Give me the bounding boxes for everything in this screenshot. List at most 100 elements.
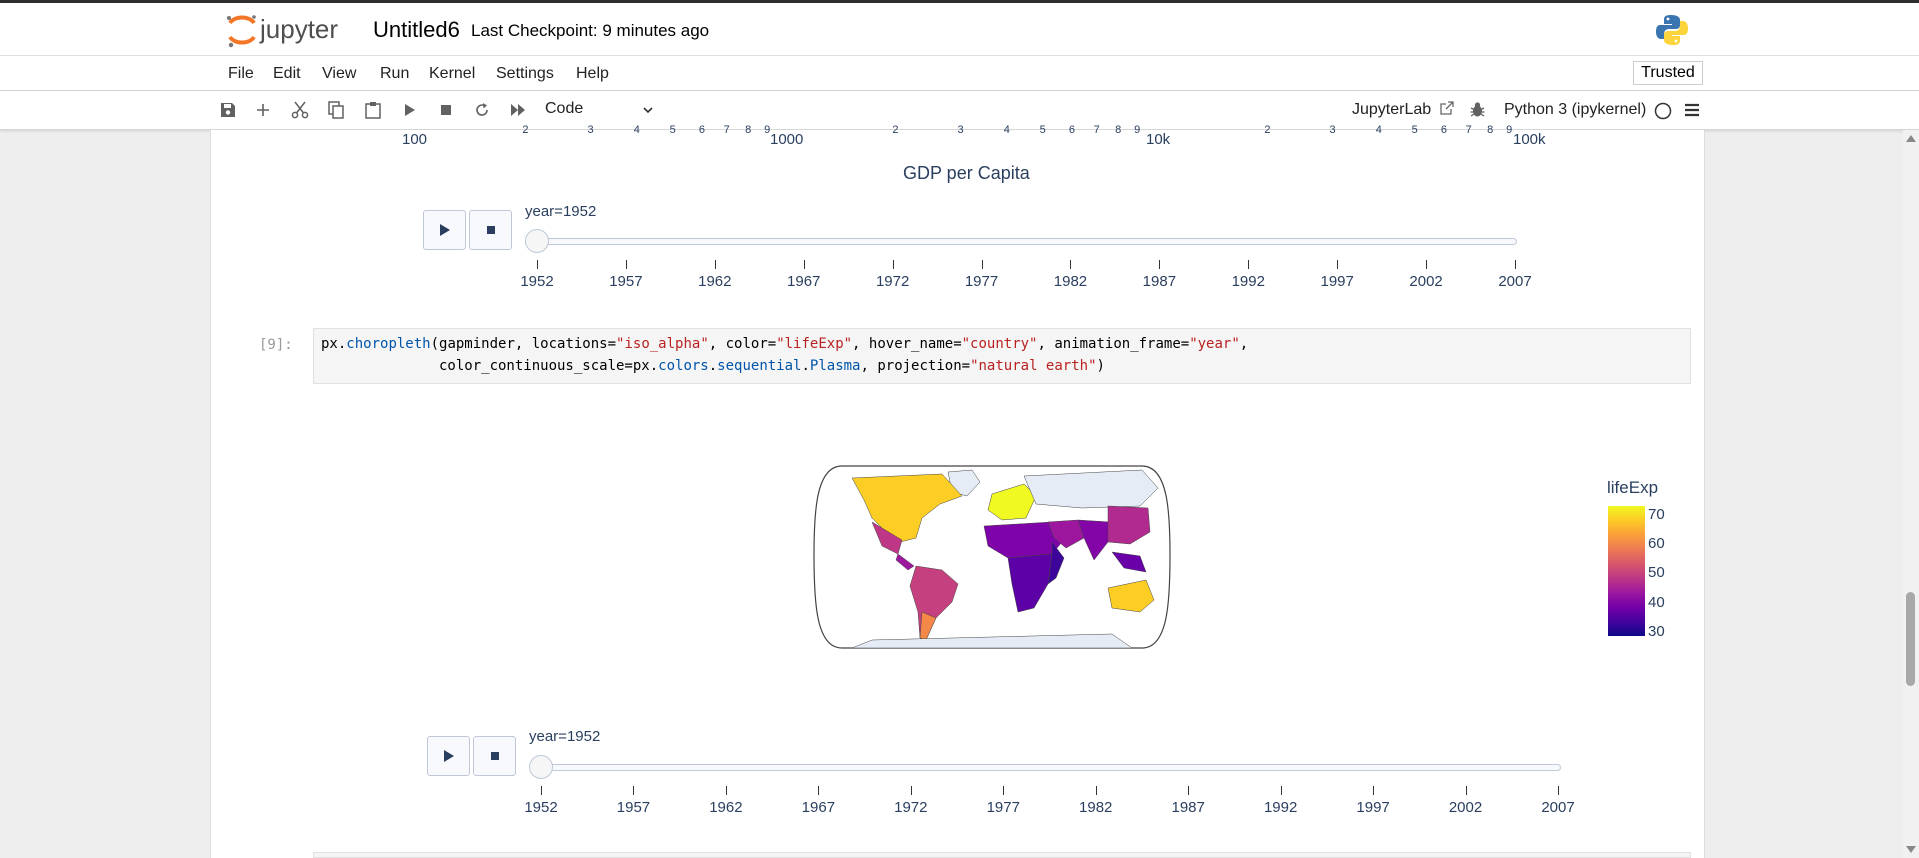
debugger-bug-icon[interactable] [1469, 101, 1486, 118]
slider-tick-mark [1095, 786, 1097, 795]
x-minor-tick: 3 [957, 124, 964, 136]
menu-settings[interactable]: Settings [496, 65, 554, 83]
slider-tick-mark [1373, 786, 1375, 795]
slider-tick-label-1957[interactable]: 1957 [603, 799, 663, 816]
slider-tick-label-1992[interactable]: 1992 [1218, 273, 1278, 290]
colorbar-tick-60: 60 [1648, 535, 1665, 552]
slider-tick-label-2007[interactable]: 2007 [1485, 273, 1545, 290]
slider-tick-label-1962[interactable]: 1962 [685, 273, 745, 290]
slider-tick-label-1997[interactable]: 1997 [1307, 273, 1367, 290]
menu-hamburger-icon[interactable] [1684, 102, 1700, 118]
stop-icon [486, 226, 495, 234]
stop-button[interactable] [473, 736, 516, 776]
code-cell-input[interactable]: px.choropleth(gapminder, locations="iso_… [313, 328, 1691, 384]
slider-tick-mark [714, 260, 716, 269]
kernel-name[interactable]: Python 3 (ipykernel) [1504, 101, 1646, 119]
cut-button[interactable] [289, 99, 311, 121]
slider-tick-label-1977[interactable]: 1977 [973, 799, 1033, 816]
slider-tick-label-1982[interactable]: 1982 [1040, 273, 1100, 290]
save-button[interactable] [217, 99, 239, 121]
slider-tick-label-1972[interactable]: 1972 [881, 799, 941, 816]
slider-tick-label-1997[interactable]: 1997 [1343, 799, 1403, 816]
stop-button[interactable] [469, 210, 512, 250]
play-button[interactable] [423, 210, 466, 250]
run-cell-button[interactable] [399, 99, 421, 121]
external-link-icon [1439, 101, 1454, 115]
python-logo-icon [1656, 15, 1688, 45]
colorbar-tick-30: 30 [1648, 623, 1665, 640]
slider-tick-label-1957[interactable]: 1957 [596, 273, 656, 290]
add-cell-button[interactable] [252, 99, 274, 121]
slider-tick-label-2002[interactable]: 2002 [1436, 799, 1496, 816]
cell-type-dropdown[interactable]: Code [545, 100, 657, 122]
menu-help[interactable]: Help [576, 65, 609, 83]
year-slider-track[interactable] [527, 238, 1517, 245]
slider-tick-label-1977[interactable]: 1977 [952, 273, 1012, 290]
slider-tick-label-2007[interactable]: 2007 [1528, 799, 1588, 816]
slider-tick-mark [1070, 260, 1072, 269]
year-slider-track[interactable] [531, 764, 1561, 771]
next-code-cell[interactable] [313, 852, 1691, 858]
x-minor-tick: 5 [669, 124, 676, 136]
slider-tick-label-1967[interactable]: 1967 [774, 273, 834, 290]
menu-file[interactable]: File [228, 65, 254, 83]
year-slider-handle[interactable] [529, 755, 553, 779]
code-line-1: px.choropleth(gapminder, locations="iso_… [321, 336, 1249, 352]
x-minor-tick: 8 [745, 124, 752, 136]
slider-tick-mark [1159, 260, 1161, 269]
menu-edit[interactable]: Edit [273, 65, 301, 83]
add-cell-icon [257, 104, 269, 116]
x-minor-tick: 6 [698, 124, 706, 136]
scrollbar-thumb[interactable] [1906, 592, 1915, 686]
paste-button[interactable] [362, 99, 384, 121]
restart-run-all-button[interactable] [507, 99, 529, 121]
play-button[interactable] [427, 736, 470, 776]
vertical-scrollbar[interactable] [1903, 130, 1919, 858]
play-icon [439, 224, 450, 236]
colorbar-gradient [1608, 506, 1645, 636]
slider-tick-mark [1426, 260, 1428, 269]
year-slider-label: year=1952 [525, 203, 597, 220]
slider-tick-label-1987[interactable]: 1987 [1129, 273, 1189, 290]
jupyter-logo[interactable]: jupyter [224, 11, 364, 51]
cell-prompt: [9]: [259, 337, 293, 353]
slider-tick-label-2002[interactable]: 2002 [1396, 273, 1456, 290]
scroll-up-arrow-icon[interactable] [1906, 134, 1916, 142]
x-tick-100: 100 [402, 131, 428, 148]
slider-tick-mark [1188, 786, 1190, 795]
kernel-status-circle-icon [1654, 102, 1672, 120]
x-minor-tick: 8 [1115, 124, 1122, 136]
trusted-indicator[interactable]: Trusted [1633, 61, 1703, 85]
x-minor-tick: 7 [1093, 124, 1100, 136]
checkpoint-status: Last Checkpoint: 9 minutes ago [471, 21, 710, 40]
slider-tick-label-1967[interactable]: 1967 [788, 799, 848, 816]
slider-tick-label-1962[interactable]: 1962 [696, 799, 756, 816]
restart-kernel-button[interactable] [471, 99, 493, 121]
interrupt-kernel-button[interactable] [435, 99, 457, 121]
slider-tick-label-1952[interactable]: 1952 [511, 799, 571, 816]
x-tick-1000: 1000 [770, 131, 804, 148]
x-minor-tick: 4 [633, 124, 640, 136]
choropleth-map[interactable] [812, 462, 1172, 652]
x-minor-tick: 2 [1264, 124, 1271, 136]
slider-tick-label-1987[interactable]: 1987 [1158, 799, 1218, 816]
x-tick-10k: 10k [1146, 131, 1171, 148]
year-slider-handle[interactable] [525, 229, 549, 253]
copy-button[interactable] [325, 99, 347, 121]
play-icon [443, 750, 454, 762]
menu-view[interactable]: View [322, 65, 356, 83]
scroll-down-arrow-icon[interactable] [1906, 846, 1916, 854]
slider-tick-mark [537, 260, 538, 269]
slider-tick-label-1972[interactable]: 1972 [863, 273, 923, 290]
menu-kernel[interactable]: Kernel [429, 65, 475, 83]
slider-tick-label-1992[interactable]: 1992 [1251, 799, 1311, 816]
header: jupyter Untitled6 Last Checkpoint: 9 min… [0, 3, 1919, 56]
notebook-title[interactable]: Untitled6 [373, 17, 460, 43]
slider-tick-mark [803, 260, 805, 269]
menu-run[interactable]: Run [380, 65, 409, 83]
open-jupyterlab-link[interactable]: JupyterLab [1352, 101, 1454, 119]
slider-tick-mark [725, 786, 727, 795]
slider-tick-label-1982[interactable]: 1982 [1066, 799, 1126, 816]
save-icon [221, 103, 235, 117]
slider-tick-label-1952[interactable]: 1952 [507, 273, 567, 290]
